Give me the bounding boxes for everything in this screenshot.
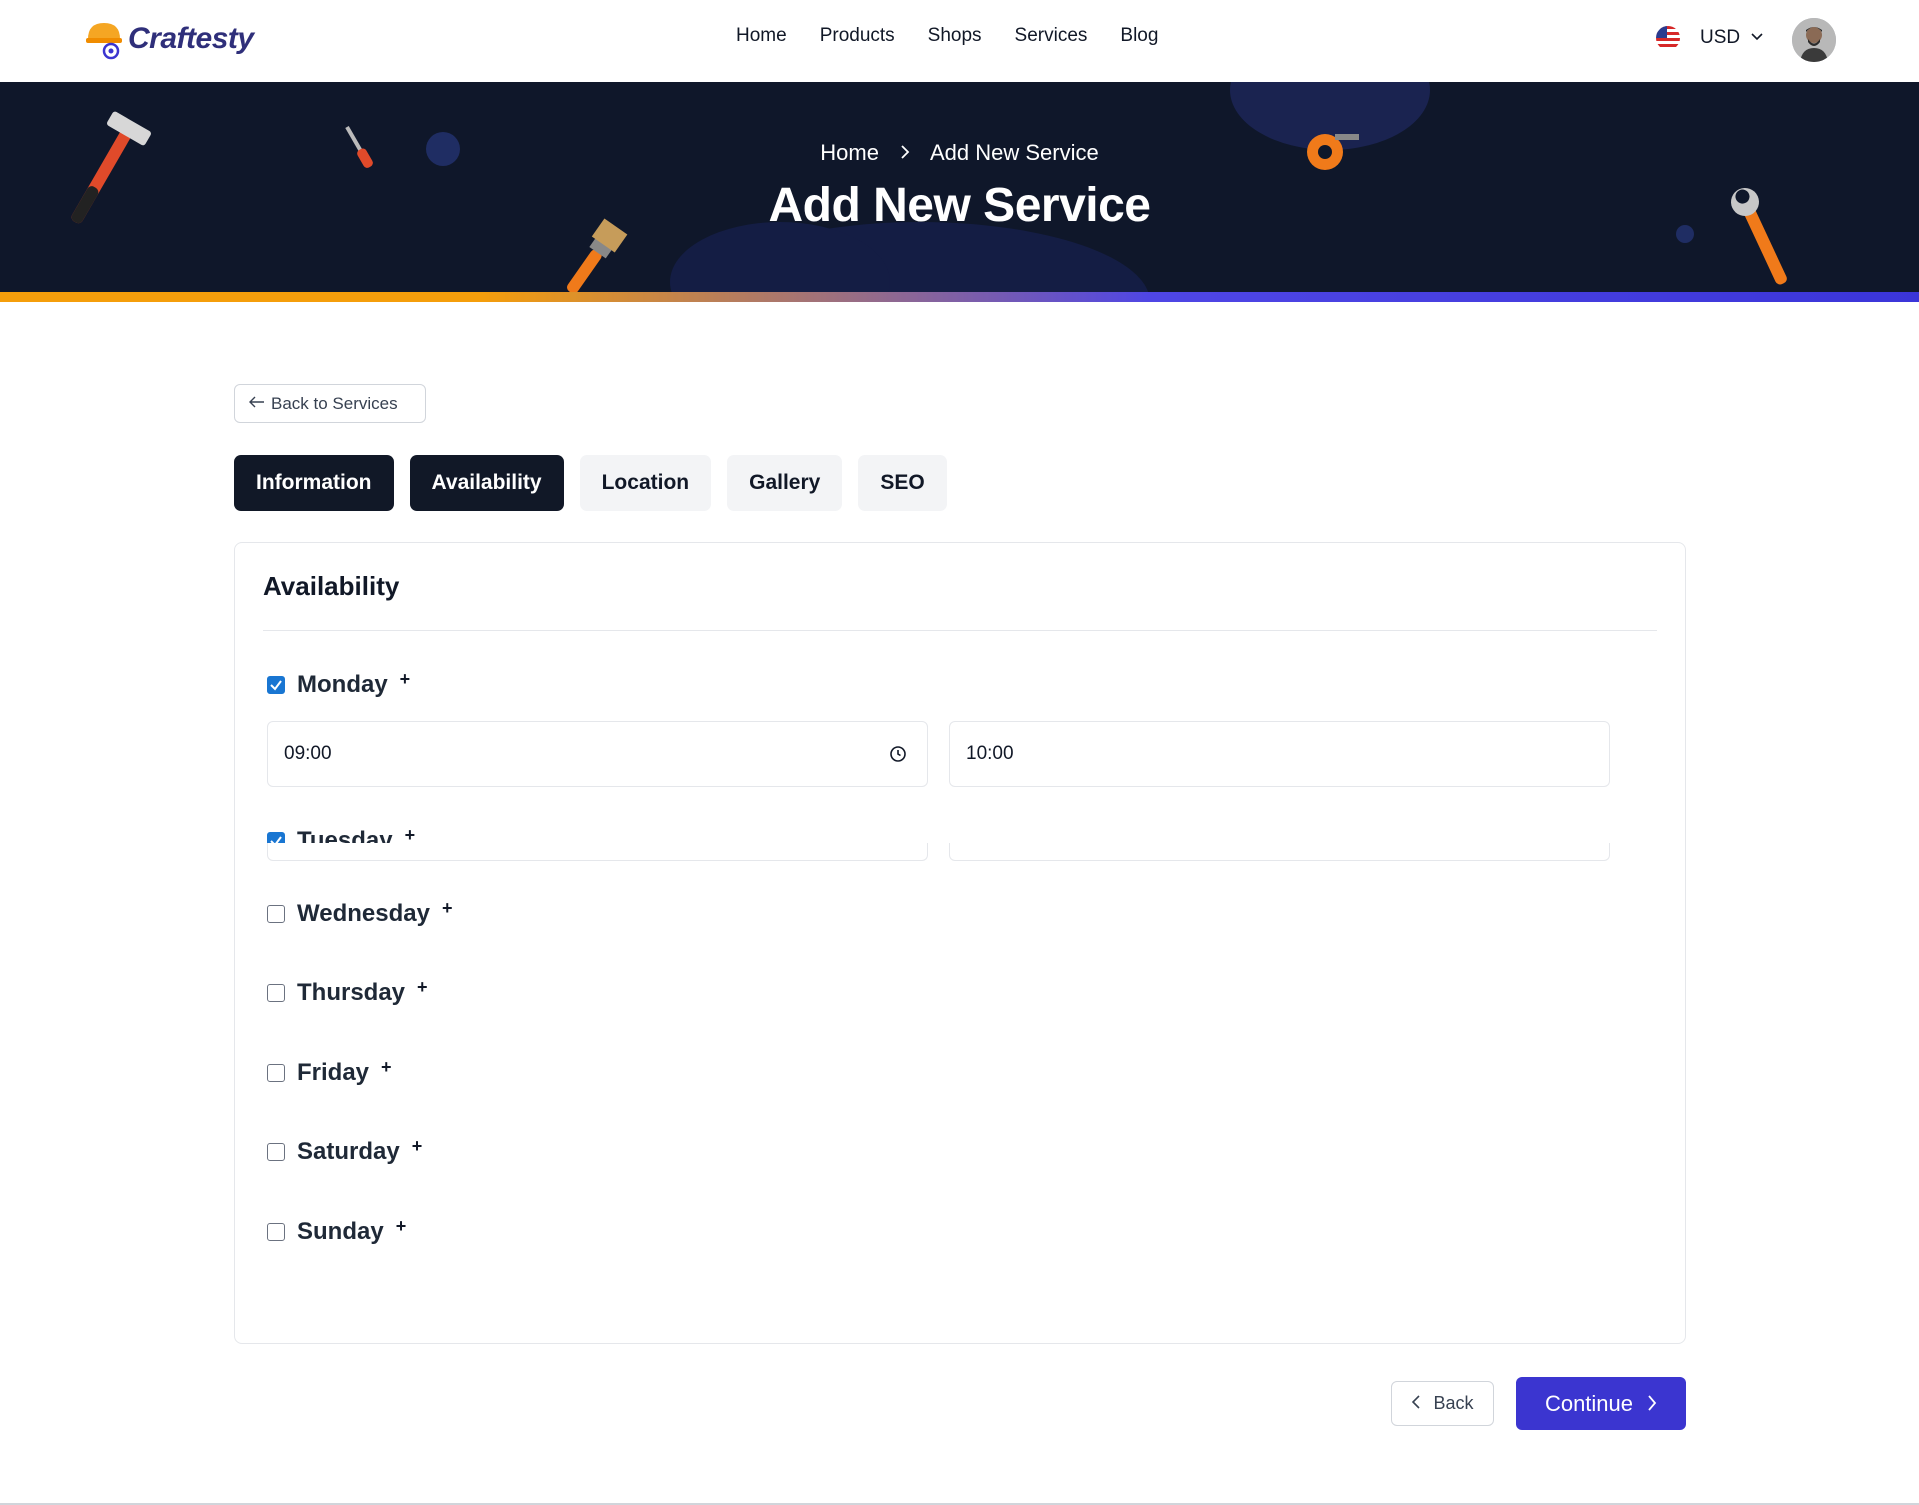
divider (263, 630, 1657, 631)
day-row-friday: Friday + (267, 1057, 392, 1087)
nav-home[interactable]: Home (736, 25, 787, 47)
currency-selector[interactable]: USD (1656, 26, 1764, 50)
add-time-slot-button[interactable]: + (396, 1216, 407, 1237)
chevron-right-icon (899, 140, 911, 166)
tuesday-end-time-input[interactable] (949, 843, 1610, 861)
day-label-wednesday: Wednesday (297, 900, 430, 927)
monday-checkbox[interactable] (267, 676, 285, 694)
day-label-tuesday: Tuesday (297, 829, 393, 843)
wednesday-checkbox[interactable] (267, 905, 285, 923)
chevron-right-icon (1647, 1391, 1657, 1417)
top-navigation-bar: Craftesty Home Products Shops Services B… (0, 0, 1919, 82)
monday-end-time-input[interactable]: 10:00 (949, 721, 1610, 787)
continue-button[interactable]: Continue (1516, 1377, 1686, 1430)
clock-icon[interactable] (889, 745, 907, 763)
tab-gallery[interactable]: Gallery (727, 455, 843, 511)
tab-seo[interactable]: SEO (858, 455, 947, 511)
back-button[interactable]: Back (1391, 1381, 1494, 1426)
day-row-monday: Monday + (267, 669, 411, 699)
monday-end-time-value: 10:00 (966, 743, 1014, 764)
add-time-slot-button[interactable]: + (381, 1057, 392, 1078)
page-title: Add New Service (768, 179, 1151, 232)
back-button-label: Back (1433, 1393, 1474, 1413)
availability-card: Availability Monday + 09:00 10:00 Tuesda… (234, 542, 1686, 1344)
tuesday-start-time-input[interactable] (267, 843, 928, 861)
tab-availability[interactable]: Availability (409, 455, 564, 511)
page-hero-banner: Home Add New Service Add New Service (0, 82, 1919, 302)
monday-start-time-input[interactable]: 09:00 (267, 721, 928, 787)
friday-checkbox[interactable] (267, 1064, 285, 1082)
service-form-tabs: Information Availability Location Galler… (234, 455, 963, 511)
breadcrumb: Home Add New Service (0, 140, 1919, 166)
tuesday-clipped-row: Tuesday + (235, 829, 1685, 843)
currency-label: USD (1700, 27, 1741, 48)
thursday-checkbox[interactable] (267, 984, 285, 1002)
add-time-slot-button[interactable]: + (417, 977, 428, 998)
breadcrumb-current: Add New Service (929, 140, 1099, 165)
card-title: Availability (263, 571, 400, 601)
day-label-thursday: Thursday (297, 979, 406, 1006)
back-to-services-button[interactable]: Back to Services (234, 384, 426, 423)
user-avatar[interactable] (1792, 18, 1836, 62)
day-label-sunday: Sunday (297, 1218, 384, 1245)
hero-gradient-bar (0, 292, 1919, 302)
nav-services[interactable]: Services (1015, 25, 1088, 47)
day-row-sunday: Sunday + (267, 1216, 407, 1246)
tab-location[interactable]: Location (579, 455, 712, 511)
day-row-saturday: Saturday + (267, 1136, 423, 1166)
nav-products[interactable]: Products (820, 25, 895, 47)
us-flag-icon (1656, 26, 1680, 50)
logo-text: Craftesty (128, 22, 254, 55)
continue-button-label: Continue (1544, 1390, 1634, 1416)
day-label-saturday: Saturday (297, 1138, 400, 1165)
add-time-slot-button[interactable]: + (412, 1136, 423, 1157)
add-time-slot-button[interactable]: + (442, 898, 453, 919)
breadcrumb-home[interactable]: Home (820, 140, 879, 165)
chevron-down-icon (1750, 29, 1764, 48)
add-time-slot-button[interactable]: + (400, 669, 411, 690)
back-to-services-label: Back to Services (271, 393, 398, 413)
add-time-slot-button[interactable]: + (405, 829, 416, 843)
saturday-checkbox[interactable] (267, 1143, 285, 1161)
tuesday-checkbox[interactable] (267, 832, 285, 843)
tab-information[interactable]: Information (234, 455, 394, 511)
day-row-wednesday: Wednesday + (267, 898, 453, 928)
day-row-tuesday: Tuesday + (267, 829, 415, 843)
nav-shops[interactable]: Shops (928, 25, 982, 47)
chevron-left-icon (1411, 1393, 1421, 1414)
nav-blog[interactable]: Blog (1120, 25, 1158, 47)
main-nav: Home Products Shops Services Blog (736, 25, 1191, 47)
monday-start-time-value: 09:00 (284, 743, 332, 764)
craftesty-logo[interactable]: Craftesty (84, 16, 254, 62)
sunday-checkbox[interactable] (267, 1223, 285, 1241)
day-row-thursday: Thursday + (267, 977, 428, 1007)
arrow-left-icon (249, 395, 265, 413)
day-label-friday: Friday (297, 1059, 370, 1086)
helmet-logo-icon (84, 17, 124, 61)
day-label-monday: Monday (297, 671, 388, 698)
